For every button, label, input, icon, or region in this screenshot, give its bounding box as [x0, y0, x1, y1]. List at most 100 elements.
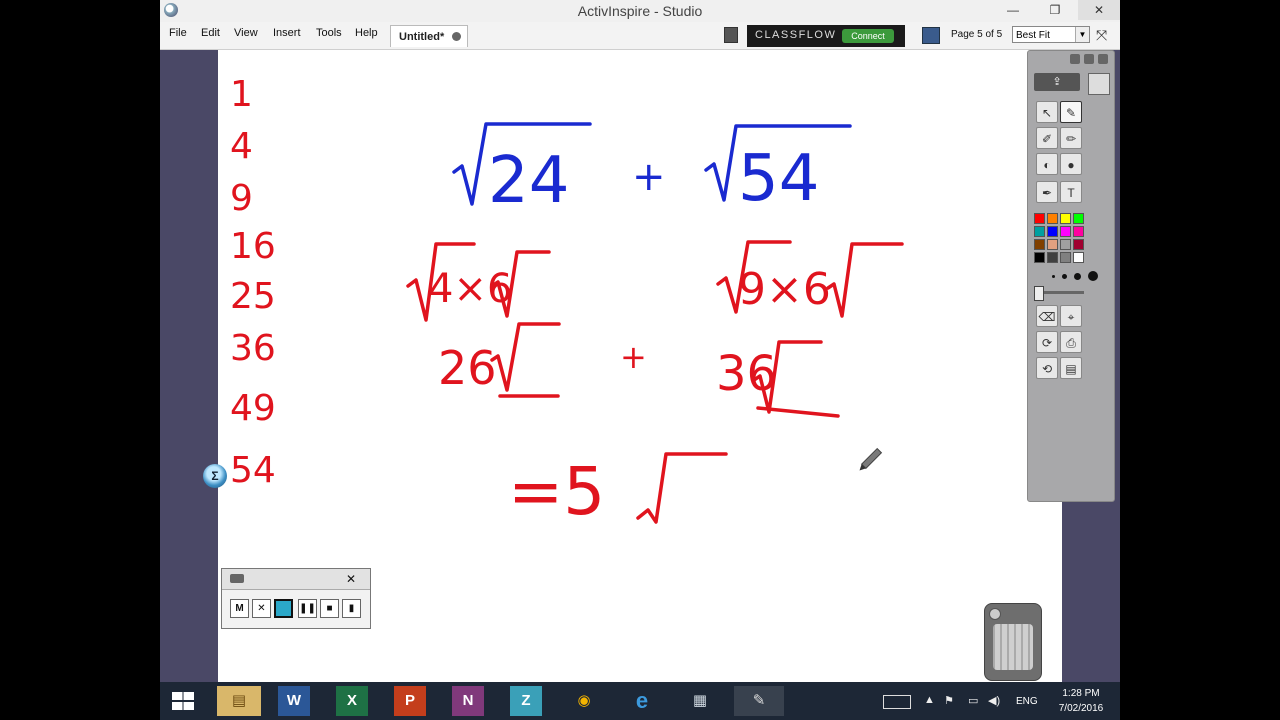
network-icon[interactable]: ▭ — [968, 694, 978, 707]
color-swatch[interactable] — [1047, 213, 1058, 224]
color-swatch[interactable] — [1047, 226, 1058, 237]
recorder-panel: ✕ M ✕ ❚❚ ■ ▮ — [221, 568, 371, 629]
input-language[interactable]: ENG — [1016, 696, 1038, 707]
bin-basket-icon — [993, 624, 1033, 670]
internet-explorer-icon[interactable]: e — [626, 686, 658, 716]
color-swatch[interactable] — [1034, 226, 1045, 237]
volume-icon[interactable]: ◀) — [988, 694, 1000, 707]
excel-icon[interactable]: X — [336, 686, 368, 716]
share-button[interactable]: ⇪ — [1034, 73, 1080, 91]
square-number-4: 4 — [230, 126, 253, 167]
word-icon[interactable]: W — [278, 686, 310, 716]
text-tool-icon[interactable]: T — [1060, 181, 1082, 203]
menu-file[interactable]: File — [169, 27, 187, 39]
toolbox-pin-icon[interactable] — [1084, 54, 1094, 64]
clock-time[interactable]: 1:28 PM — [1052, 688, 1110, 699]
shape-tool-icon[interactable]: ● — [1060, 153, 1082, 175]
recorder-pause-button[interactable]: ❚❚ — [298, 599, 317, 618]
zoom-select[interactable]: Best Fit ▼ — [1012, 26, 1090, 43]
undo-icon[interactable]: ⟳ — [1036, 331, 1058, 353]
recorder-mode-button[interactable]: M — [230, 599, 249, 618]
highlighter-tool-icon[interactable]: ✐ — [1036, 127, 1058, 149]
document-tab[interactable]: Untitled* — [390, 25, 468, 47]
toolbox-close-icon[interactable] — [1098, 54, 1108, 64]
pen-size-small[interactable] — [1052, 275, 1055, 278]
recorder-more-button[interactable]: ▮ — [342, 599, 361, 618]
clear-icon[interactable]: ⟲ — [1036, 357, 1058, 379]
document-tab-label: Untitled* — [399, 31, 445, 43]
close-button[interactable]: ✕ — [1078, 0, 1120, 20]
document-icon[interactable] — [724, 27, 738, 43]
select-tool-icon[interactable]: ↖ — [1036, 101, 1058, 123]
pen-size-xlarge[interactable] — [1088, 271, 1098, 281]
fill-tool-icon[interactable]: ◐ — [1036, 153, 1058, 175]
slider-knob[interactable] — [1034, 286, 1044, 301]
minimize-button[interactable]: — — [998, 0, 1028, 20]
fit-page-icon[interactable]: ⤧ — [1096, 27, 1107, 44]
file-explorer-icon[interactable]: ▤ — [217, 686, 261, 716]
color-swatch[interactable] — [1060, 252, 1071, 263]
zoom-app-icon[interactable]: Z — [510, 686, 542, 716]
pen-size-medium[interactable] — [1062, 274, 1067, 279]
color-swatch[interactable] — [1073, 226, 1084, 237]
color-swatch[interactable] — [1060, 213, 1071, 224]
menu-help[interactable]: Help — [355, 27, 378, 39]
color-swatch[interactable] — [1047, 239, 1058, 250]
page-browser-icon[interactable] — [922, 27, 940, 44]
restore-button[interactable]: ❐ — [1040, 0, 1070, 20]
radical-sign — [826, 242, 904, 318]
show-hidden-icons-icon[interactable]: ▲ — [924, 694, 935, 706]
recorder-header: ✕ — [222, 569, 370, 590]
chevron-down-icon[interactable]: ▼ — [1075, 27, 1089, 42]
eraser-tool-icon[interactable]: ⌫ — [1036, 305, 1058, 327]
clock-date[interactable]: 7/02/2016 — [1052, 703, 1110, 714]
color-swatch[interactable] — [1060, 239, 1071, 250]
color-swatch[interactable] — [1047, 252, 1058, 263]
more-tools-icon[interactable]: ▤ — [1060, 357, 1082, 379]
menu-tools[interactable]: Tools — [316, 27, 342, 39]
touch-keyboard-icon[interactable] — [883, 695, 911, 709]
profile-icon[interactable] — [1088, 73, 1110, 95]
color-swatch[interactable] — [1034, 252, 1045, 263]
powerpoint-icon[interactable]: P — [394, 686, 426, 716]
recorder-cancel-button[interactable]: ✕ — [252, 599, 271, 618]
redo-icon[interactable]: ⎙ — [1060, 331, 1082, 353]
color-swatch[interactable] — [1073, 239, 1084, 250]
color-swatch[interactable] — [1060, 226, 1071, 237]
marker-tool-icon[interactable]: ✏ — [1060, 127, 1082, 149]
classflow-connect-button[interactable]: Connect — [842, 29, 894, 43]
color-swatch[interactable] — [1073, 252, 1084, 263]
activinspire-taskbar-icon[interactable]: ✎ — [734, 686, 784, 716]
trash-bin-icon[interactable] — [984, 603, 1042, 681]
pen-size-large[interactable] — [1074, 273, 1081, 280]
color-swatch[interactable] — [1034, 239, 1045, 250]
menu-edit[interactable]: Edit — [201, 27, 220, 39]
classflow-label: CLASSFLOW — [755, 29, 837, 41]
magic-ink-icon[interactable]: ⌖ — [1060, 305, 1082, 327]
color-swatch[interactable] — [1073, 213, 1084, 224]
menu-insert[interactable]: Insert — [273, 27, 301, 39]
recorder-close-button[interactable]: ✕ — [338, 569, 364, 589]
bin-settings-icon[interactable] — [989, 608, 1001, 620]
menu-view[interactable]: View — [234, 27, 258, 39]
action-center-flag-icon[interactable]: ⚑ — [944, 694, 954, 707]
recorder-record-button[interactable] — [274, 599, 293, 618]
pen-width-slider[interactable] — [1034, 286, 1084, 301]
radical-sign — [636, 452, 728, 524]
square-number-25: 25 — [230, 276, 276, 317]
square-number-9: 9 — [230, 178, 253, 219]
page-marker-icon[interactable]: Σ — [203, 464, 227, 488]
pen-tool-icon[interactable]: ✎ — [1060, 101, 1082, 123]
recorder-stop-button[interactable]: ■ — [320, 599, 339, 618]
color-swatch[interactable] — [1034, 213, 1045, 224]
close-tab-icon[interactable] — [452, 32, 461, 41]
result-expression: =5 — [508, 453, 605, 530]
windows-logo-icon — [172, 692, 194, 710]
toolbox-min-icon[interactable] — [1070, 54, 1080, 64]
start-button[interactable] — [166, 686, 200, 716]
calculator-icon[interactable]: ▦ — [684, 686, 716, 716]
chrome-icon[interactable]: ◉ — [568, 686, 600, 716]
onenote-icon[interactable]: N — [452, 686, 484, 716]
window-title: ActivInspire - Studio — [577, 3, 703, 19]
connector-tool-icon[interactable]: ✒ — [1036, 181, 1058, 203]
